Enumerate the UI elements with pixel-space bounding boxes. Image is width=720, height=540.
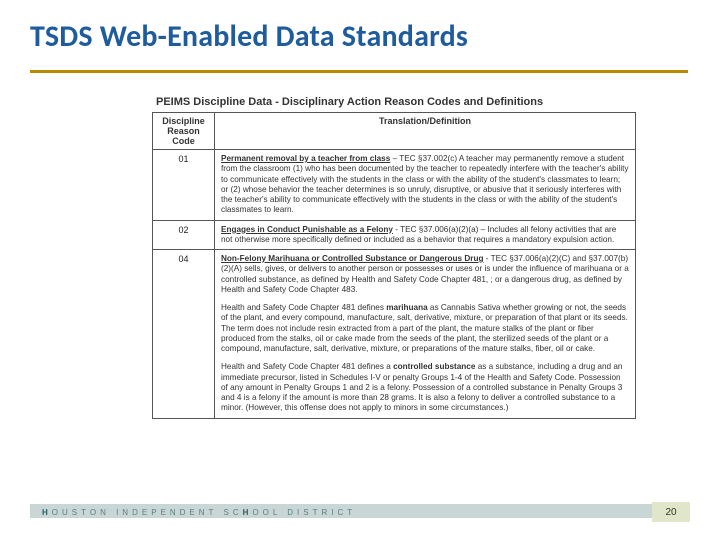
code-cell: 04 [153, 250, 215, 419]
code-cell: 02 [153, 220, 215, 250]
page-number-badge: 20 [652, 502, 690, 522]
table-row: 02 Engages in Conduct Punishable as a Fe… [153, 220, 636, 250]
footer-brand: HOUSTON INDEPENDENT SCHOOL DISTRICT [42, 508, 356, 517]
definition-cell: Engages in Conduct Punishable as a Felon… [215, 220, 636, 250]
definition-paragraph: Health and Safety Code Chapter 481 defin… [221, 362, 629, 413]
codes-table: Discipline Reason Code Translation/Defin… [152, 112, 636, 419]
definition-body: – TEC §37.002(c) A teacher may permanent… [221, 154, 629, 214]
code-cell: 01 [153, 150, 215, 221]
title-divider [30, 70, 688, 73]
footer: HOUSTON INDEPENDENT SCHOOL DISTRICT [0, 500, 720, 518]
table-row: 04 Non-Felony Marihuana or Controlled Su… [153, 250, 636, 419]
table-row: 01 Permanent removal by a teacher from c… [153, 150, 636, 221]
text: Health and Safety Code Chapter 481 defin… [221, 303, 386, 312]
definition-cell: Permanent removal by a teacher from clas… [215, 150, 636, 221]
definition-lead: Permanent removal by a teacher from clas… [221, 154, 390, 163]
bold-term: marihuana [386, 303, 427, 312]
slide: TSDS Web-Enabled Data Standards PEIMS Di… [0, 0, 720, 540]
col-header-code: Discipline Reason Code [153, 113, 215, 150]
col-header-definition: Translation/Definition [215, 113, 636, 150]
definition-cell: Non-Felony Marihuana or Controlled Subst… [215, 250, 636, 419]
definition-lead: Non-Felony Marihuana or Controlled Subst… [221, 254, 483, 263]
definition-paragraph: Health and Safety Code Chapter 481 defin… [221, 303, 629, 354]
panel-title: PEIMS Discipline Data - Disciplinary Act… [156, 96, 636, 108]
bold-term: controlled substance [393, 362, 475, 371]
definition-lead: Engages in Conduct Punishable as a Felon… [221, 225, 393, 234]
page-title: TSDS Web-Enabled Data Standards [30, 18, 468, 55]
text: Health and Safety Code Chapter 481 defin… [221, 362, 393, 371]
document-panel: PEIMS Discipline Data - Disciplinary Act… [152, 96, 636, 419]
